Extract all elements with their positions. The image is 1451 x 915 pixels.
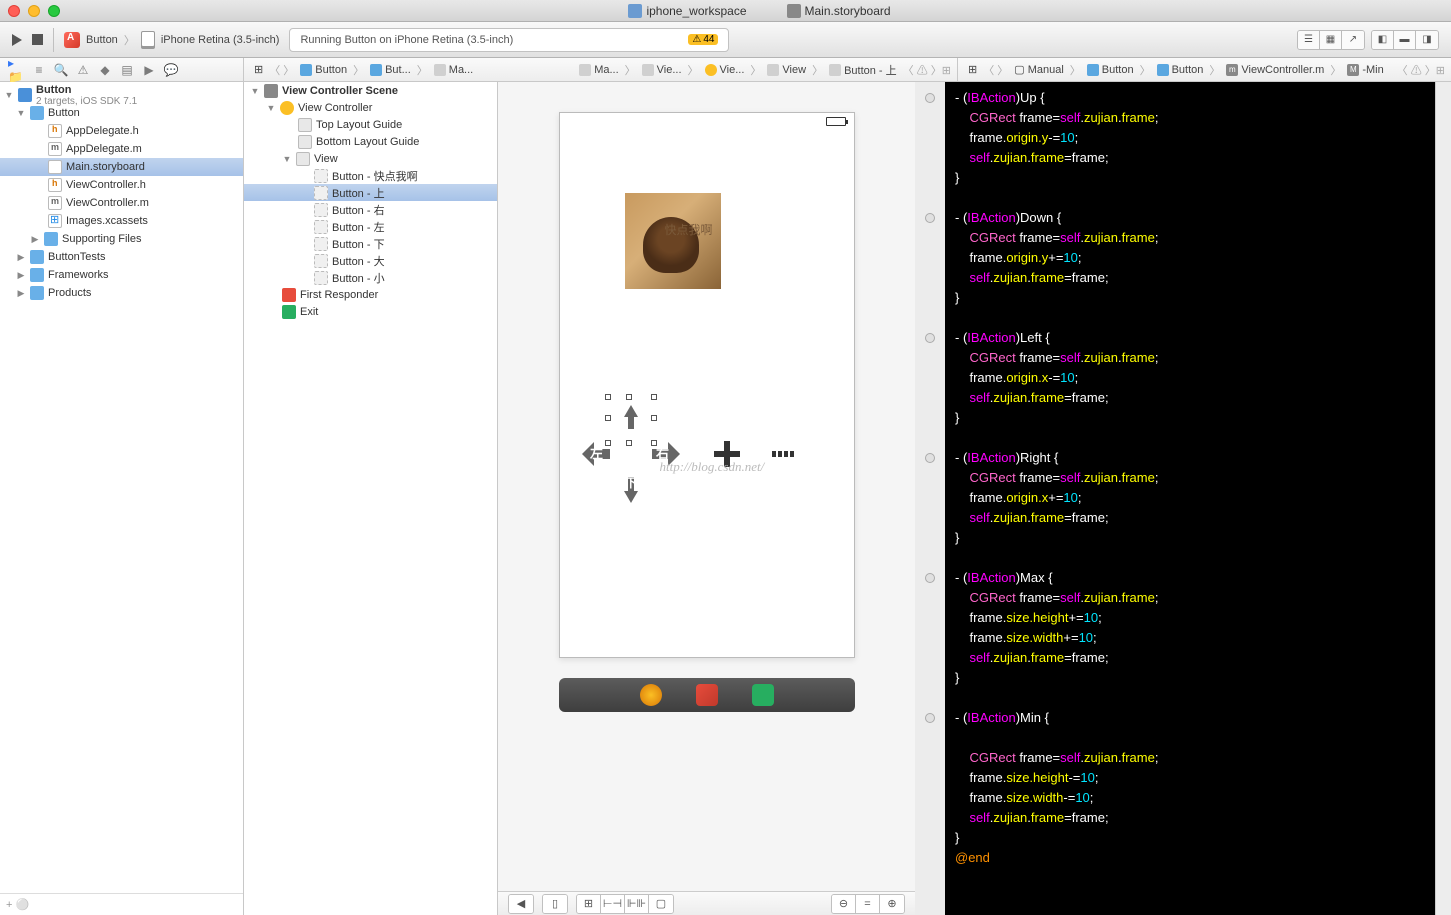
svg-text:下: 下	[625, 476, 637, 490]
right-strip	[1435, 82, 1451, 915]
title-storyboard[interactable]: Main.storyboard	[787, 4, 891, 18]
project-nav-icon[interactable]: ▸📁	[8, 61, 26, 79]
outline-button-1[interactable]: Button - 上	[244, 184, 497, 201]
navigation-row: ▸📁 ≡ 🔍 ⚠ ◆ ▤ ▶ 💬 ⊞〈 〉 Button〉 But...〉 Ma…	[0, 58, 1451, 82]
outline-button-0[interactable]: Button - 快点我啊	[244, 167, 497, 184]
scene-dock[interactable]	[559, 678, 855, 712]
button-minus[interactable]	[770, 437, 804, 471]
outline-exit[interactable]: Exit	[244, 303, 497, 320]
breakpoint-nav-icon[interactable]: ▶	[140, 61, 158, 79]
image-button-label: 快点我啊	[665, 221, 713, 238]
scheme-selector[interactable]: Button 〉 iPhone Retina (3.5-inch)	[64, 31, 279, 49]
folder-products[interactable]: ▶Products	[0, 284, 243, 302]
outline-button-5[interactable]: Button - 大	[244, 252, 497, 269]
outline-button-4[interactable]: Button - 下	[244, 235, 497, 252]
search-nav-icon[interactable]: 🔍	[52, 61, 70, 79]
navigator-filter[interactable]: + ⚪	[0, 893, 243, 915]
file-main-storyboard[interactable]: Main.storyboard	[0, 158, 243, 176]
jump-bar-storyboard[interactable]: ⊞〈 〉 Button〉 But...〉 Ma... Ma...〉 Vie...…	[244, 58, 957, 81]
file-images-xcassets[interactable]: Images.xcassets	[0, 212, 243, 230]
outline-button-3[interactable]: Button - 左	[244, 218, 497, 235]
close-window-button[interactable]	[8, 5, 20, 17]
simulated-iphone[interactable]: 快点我啊 左 右	[559, 112, 855, 658]
outline-top-guide[interactable]: Top Layout Guide	[244, 116, 497, 133]
panel-toggle-segment[interactable]: ◧▬◨	[1371, 30, 1439, 50]
app-icon	[64, 32, 80, 48]
title-workspace[interactable]: iphone_workspace	[628, 4, 746, 18]
project-navigator: ▼ Button2 targets, iOS SDK 7.1 ▼Button A…	[0, 82, 244, 915]
file-viewcontroller-h[interactable]: ViewController.h	[0, 176, 243, 194]
stop-button[interactable]	[32, 34, 43, 45]
code-area[interactable]: - (IBAction)Up { CGRect frame=self.zujia…	[945, 82, 1435, 915]
symbol-nav-icon[interactable]: ≡	[30, 61, 48, 79]
assistant-editor: - (IBAction)Up { CGRect frame=self.zujia…	[915, 82, 1435, 915]
file-appdelegate-h[interactable]: AppDelegate.h	[0, 122, 243, 140]
test-nav-icon[interactable]: ◆	[96, 61, 114, 79]
document-outline: ▼View Controller Scene ▼View Controller …	[244, 82, 498, 915]
button-up[interactable]	[614, 403, 648, 437]
battery-icon	[826, 117, 846, 126]
main-toolbar: Button 〉 iPhone Retina (3.5-inch) Runnin…	[0, 22, 1451, 58]
svg-text:左: 左	[590, 446, 603, 461]
run-button[interactable]	[12, 34, 22, 46]
folder-buttontests[interactable]: ▶ButtonTests	[0, 248, 243, 266]
dock-vc-icon[interactable]	[640, 684, 662, 706]
file-appdelegate-m[interactable]: AppDelegate.m	[0, 140, 243, 158]
outline-first-responder[interactable]: First Responder	[244, 286, 497, 303]
navigator-tabs[interactable]: ▸📁 ≡ 🔍 ⚠ ◆ ▤ ▶ 💬	[0, 58, 244, 81]
file-viewcontroller-m[interactable]: ViewController.m	[0, 194, 243, 212]
debug-nav-icon[interactable]: ▤	[118, 61, 136, 79]
zoom-controls[interactable]: ⊖=⊕	[831, 894, 905, 914]
outline-vc[interactable]: ▼View Controller	[244, 99, 497, 116]
dock-exit-icon[interactable]	[752, 684, 774, 706]
project-root[interactable]: ▼ Button2 targets, iOS SDK 7.1	[0, 86, 243, 104]
size-class-control[interactable]: ▯	[542, 894, 568, 914]
folder-button[interactable]: ▼Button	[0, 104, 243, 122]
editor-config-segment[interactable]: ☰▦↗	[1297, 30, 1365, 50]
project-icon	[628, 4, 642, 18]
traffic-lights	[8, 5, 60, 17]
outline-bottom-guide[interactable]: Bottom Layout Guide	[244, 133, 497, 150]
storyboard-icon	[787, 4, 801, 18]
layout-buttons[interactable]: ⊞⊢⊣⊩⊪▢	[576, 894, 674, 914]
outline-button-6[interactable]: Button - 小	[244, 269, 497, 286]
editor-gutter[interactable]	[915, 82, 945, 915]
outline-button-2[interactable]: Button - 右	[244, 201, 497, 218]
image-button[interactable]: 快点我啊	[625, 193, 721, 289]
interface-builder-canvas: 快点我啊 左 右	[498, 82, 915, 915]
device-icon	[141, 31, 155, 49]
canvas-bottom-bar: ◀ ▯ ⊞⊢⊣⊩⊪▢ ⊖=⊕	[498, 891, 915, 915]
folder-frameworks[interactable]: ▶Frameworks	[0, 266, 243, 284]
zoom-window-button[interactable]	[48, 5, 60, 17]
minimize-window-button[interactable]	[28, 5, 40, 17]
warning-badge[interactable]: ⚠ 44	[688, 34, 718, 45]
activity-viewer: Running Button on iPhone Retina (3.5-inc…	[289, 28, 729, 52]
button-left[interactable]: 左	[580, 437, 614, 471]
folder-supporting[interactable]: ▶Supporting Files	[0, 230, 243, 248]
canvas-scroll-area[interactable]: 快点我啊 左 右	[498, 82, 915, 891]
outline-toggle[interactable]: ◀	[508, 894, 534, 914]
outline-view[interactable]: ▼View	[244, 150, 497, 167]
outline-scene[interactable]: ▼View Controller Scene	[244, 82, 497, 99]
jump-bar-code[interactable]: ⊞〈 〉 ▢ Manual〉 Button〉 Button〉 mViewCont…	[957, 58, 1451, 81]
button-down[interactable]: 下	[614, 471, 648, 505]
dock-first-responder-icon[interactable]	[696, 684, 718, 706]
window-titlebar: iphone_workspace Main.storyboard	[0, 0, 1451, 22]
watermark-text: http://blog.csdn.net/	[660, 459, 765, 475]
issue-nav-icon[interactable]: ⚠	[74, 61, 92, 79]
log-nav-icon[interactable]: 💬	[162, 61, 180, 79]
